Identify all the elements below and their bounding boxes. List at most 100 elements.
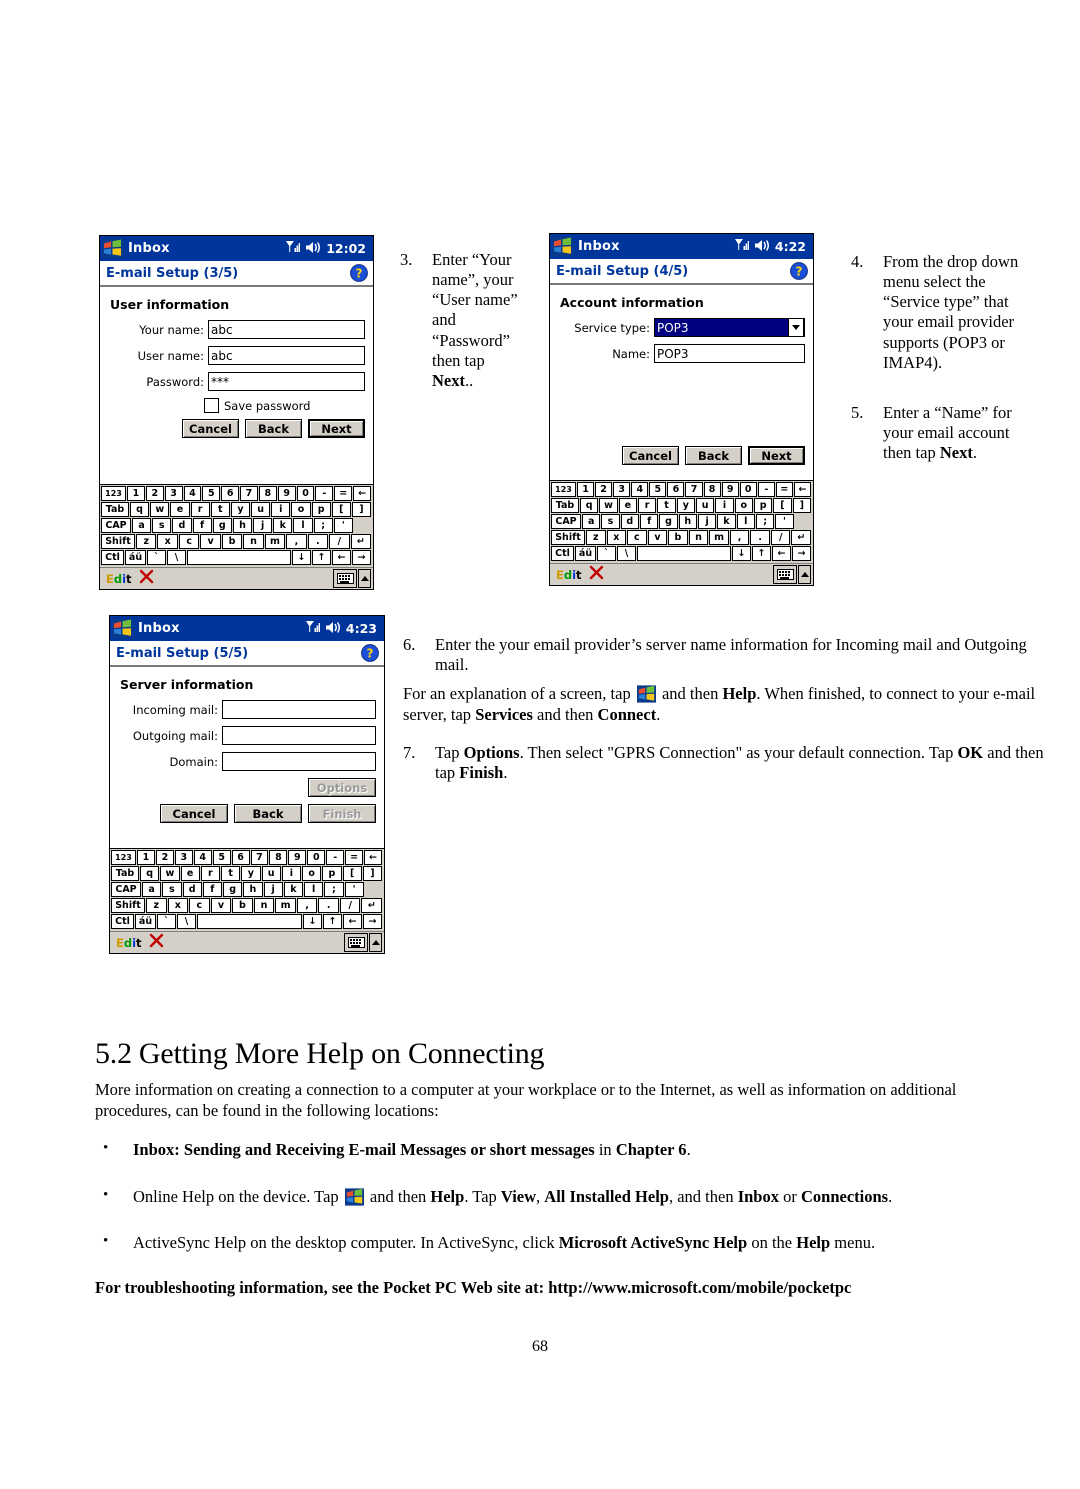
key-5[interactable]: 5 xyxy=(649,482,667,497)
key-f[interactable]: f xyxy=(639,514,659,529)
key-v[interactable]: v xyxy=(210,898,232,913)
key-comma[interactable]: , xyxy=(296,898,318,913)
key-a[interactable]: a xyxy=(142,882,162,897)
key-3[interactable]: 3 xyxy=(164,486,183,501)
incoming-mail-input[interactable] xyxy=(222,700,376,719)
key-9[interactable]: 9 xyxy=(288,850,307,865)
key-v[interactable]: v xyxy=(647,530,668,545)
key-tab[interactable]: Tab xyxy=(111,866,139,881)
key-o[interactable]: o xyxy=(734,498,753,513)
key-z[interactable]: z xyxy=(146,898,167,913)
key-a[interactable]: a xyxy=(582,514,601,529)
key-3[interactable]: 3 xyxy=(174,850,193,865)
key-equals[interactable]: = xyxy=(345,850,364,865)
key-k[interactable]: k xyxy=(283,882,303,897)
key-b[interactable]: b xyxy=(221,534,243,549)
help-icon[interactable]: ? xyxy=(350,264,368,282)
key-c[interactable]: c xyxy=(189,898,210,913)
windows-start-icon[interactable] xyxy=(112,619,133,638)
key-123[interactable]: 123 xyxy=(101,486,126,501)
key-arrow-right[interactable]: → xyxy=(792,546,811,561)
user-name-input[interactable]: abc xyxy=(208,346,365,365)
key-equals[interactable]: = xyxy=(775,482,793,497)
signal-strength-icon[interactable] xyxy=(734,237,749,256)
key-g[interactable]: g xyxy=(659,514,678,529)
key-backspace[interactable]: ← xyxy=(353,486,371,501)
key-5[interactable]: 5 xyxy=(212,850,231,865)
key-r[interactable]: r xyxy=(200,866,220,881)
key-enter[interactable]: ↵ xyxy=(791,530,812,545)
key-2[interactable]: 2 xyxy=(145,486,164,501)
domain-input[interactable] xyxy=(222,752,376,771)
help-icon[interactable]: ? xyxy=(361,644,379,662)
finish-button[interactable]: Finish xyxy=(308,804,376,823)
key-arrow-right[interactable]: → xyxy=(352,550,371,565)
key-123[interactable]: 123 xyxy=(111,850,136,865)
key-j[interactable]: j xyxy=(253,518,273,533)
key-shift[interactable]: Shift xyxy=(111,898,145,913)
key-2[interactable]: 2 xyxy=(155,850,174,865)
cancel-button[interactable]: Cancel xyxy=(160,804,228,823)
key-arrow-up[interactable]: ↑ xyxy=(323,914,342,929)
key-123[interactable]: 123 xyxy=(551,482,576,497)
key-7[interactable]: 7 xyxy=(250,850,269,865)
key-backtick[interactable]: ` xyxy=(597,546,616,561)
key-x[interactable]: x xyxy=(606,530,627,545)
key-arrow-left[interactable]: ← xyxy=(332,550,351,565)
back-button[interactable]: Back xyxy=(685,446,742,465)
key-d[interactable]: d xyxy=(172,518,192,533)
key-8[interactable]: 8 xyxy=(258,486,277,501)
key-m[interactable]: m xyxy=(275,898,296,913)
key-8[interactable]: 8 xyxy=(269,850,288,865)
key-4[interactable]: 4 xyxy=(193,850,212,865)
key-e[interactable]: e xyxy=(170,502,190,517)
key-backtick[interactable]: ` xyxy=(147,550,166,565)
key-ctl[interactable]: Ctl xyxy=(101,550,124,565)
key-period[interactable]: . xyxy=(307,534,329,549)
key-f[interactable]: f xyxy=(202,882,222,897)
key-backslash[interactable]: \ xyxy=(167,550,186,565)
key-m[interactable]: m xyxy=(709,530,729,545)
key-2[interactable]: 2 xyxy=(595,482,613,497)
edit-menu[interactable]: Edit xyxy=(556,568,582,582)
key-bracket-left[interactable]: [ xyxy=(342,866,362,881)
key-n[interactable]: n xyxy=(253,898,275,913)
key-arrow-left[interactable]: ← xyxy=(772,546,791,561)
key-arrow-right[interactable]: → xyxy=(363,914,382,929)
key-k[interactable]: k xyxy=(717,514,736,529)
key-y[interactable]: y xyxy=(230,502,251,517)
key-cap[interactable]: CAP xyxy=(111,882,141,897)
key-bracket-left[interactable]: [ xyxy=(331,502,351,517)
key-slash[interactable]: / xyxy=(339,898,361,913)
key-apostrophe[interactable]: ' xyxy=(333,518,353,533)
key-w[interactable]: w xyxy=(150,502,170,517)
key-n[interactable]: n xyxy=(688,530,709,545)
key-i[interactable]: i xyxy=(715,498,734,513)
key-h[interactable]: h xyxy=(232,518,253,533)
key-bracket-right[interactable]: ] xyxy=(351,502,372,517)
chevron-up-icon[interactable] xyxy=(369,933,382,952)
key-shift[interactable]: Shift xyxy=(101,534,135,549)
key-apostrophe[interactable]: ' xyxy=(344,882,364,897)
key-j[interactable]: j xyxy=(697,514,717,529)
key-4[interactable]: 4 xyxy=(631,482,649,497)
soft-keyboard[interactable]: 123 1 2 3 4 5 6 7 8 9 0 - = ← Tab q w e … xyxy=(100,484,373,567)
key-9[interactable]: 9 xyxy=(277,486,296,501)
key-q[interactable]: q xyxy=(130,502,150,517)
key-b[interactable]: b xyxy=(232,898,253,913)
key-minus[interactable]: - xyxy=(757,482,775,497)
your-name-input[interactable]: abc xyxy=(208,320,365,339)
key-b[interactable]: b xyxy=(668,530,688,545)
key-6[interactable]: 6 xyxy=(231,850,250,865)
key-ctl[interactable]: Ctl xyxy=(111,914,134,929)
key-e[interactable]: e xyxy=(618,498,637,513)
key-u[interactable]: u xyxy=(251,502,271,517)
key-1[interactable]: 1 xyxy=(137,850,155,865)
key-j[interactable]: j xyxy=(263,882,283,897)
key-backslash[interactable]: \ xyxy=(177,914,196,929)
signal-strength-icon[interactable] xyxy=(285,239,301,258)
key-z[interactable]: z xyxy=(136,534,157,549)
soft-keyboard[interactable]: 123 1 2 3 4 5 6 7 8 9 0 - = ← Tab q w e … xyxy=(110,848,384,931)
key-r[interactable]: r xyxy=(637,498,657,513)
key-r[interactable]: r xyxy=(190,502,210,517)
